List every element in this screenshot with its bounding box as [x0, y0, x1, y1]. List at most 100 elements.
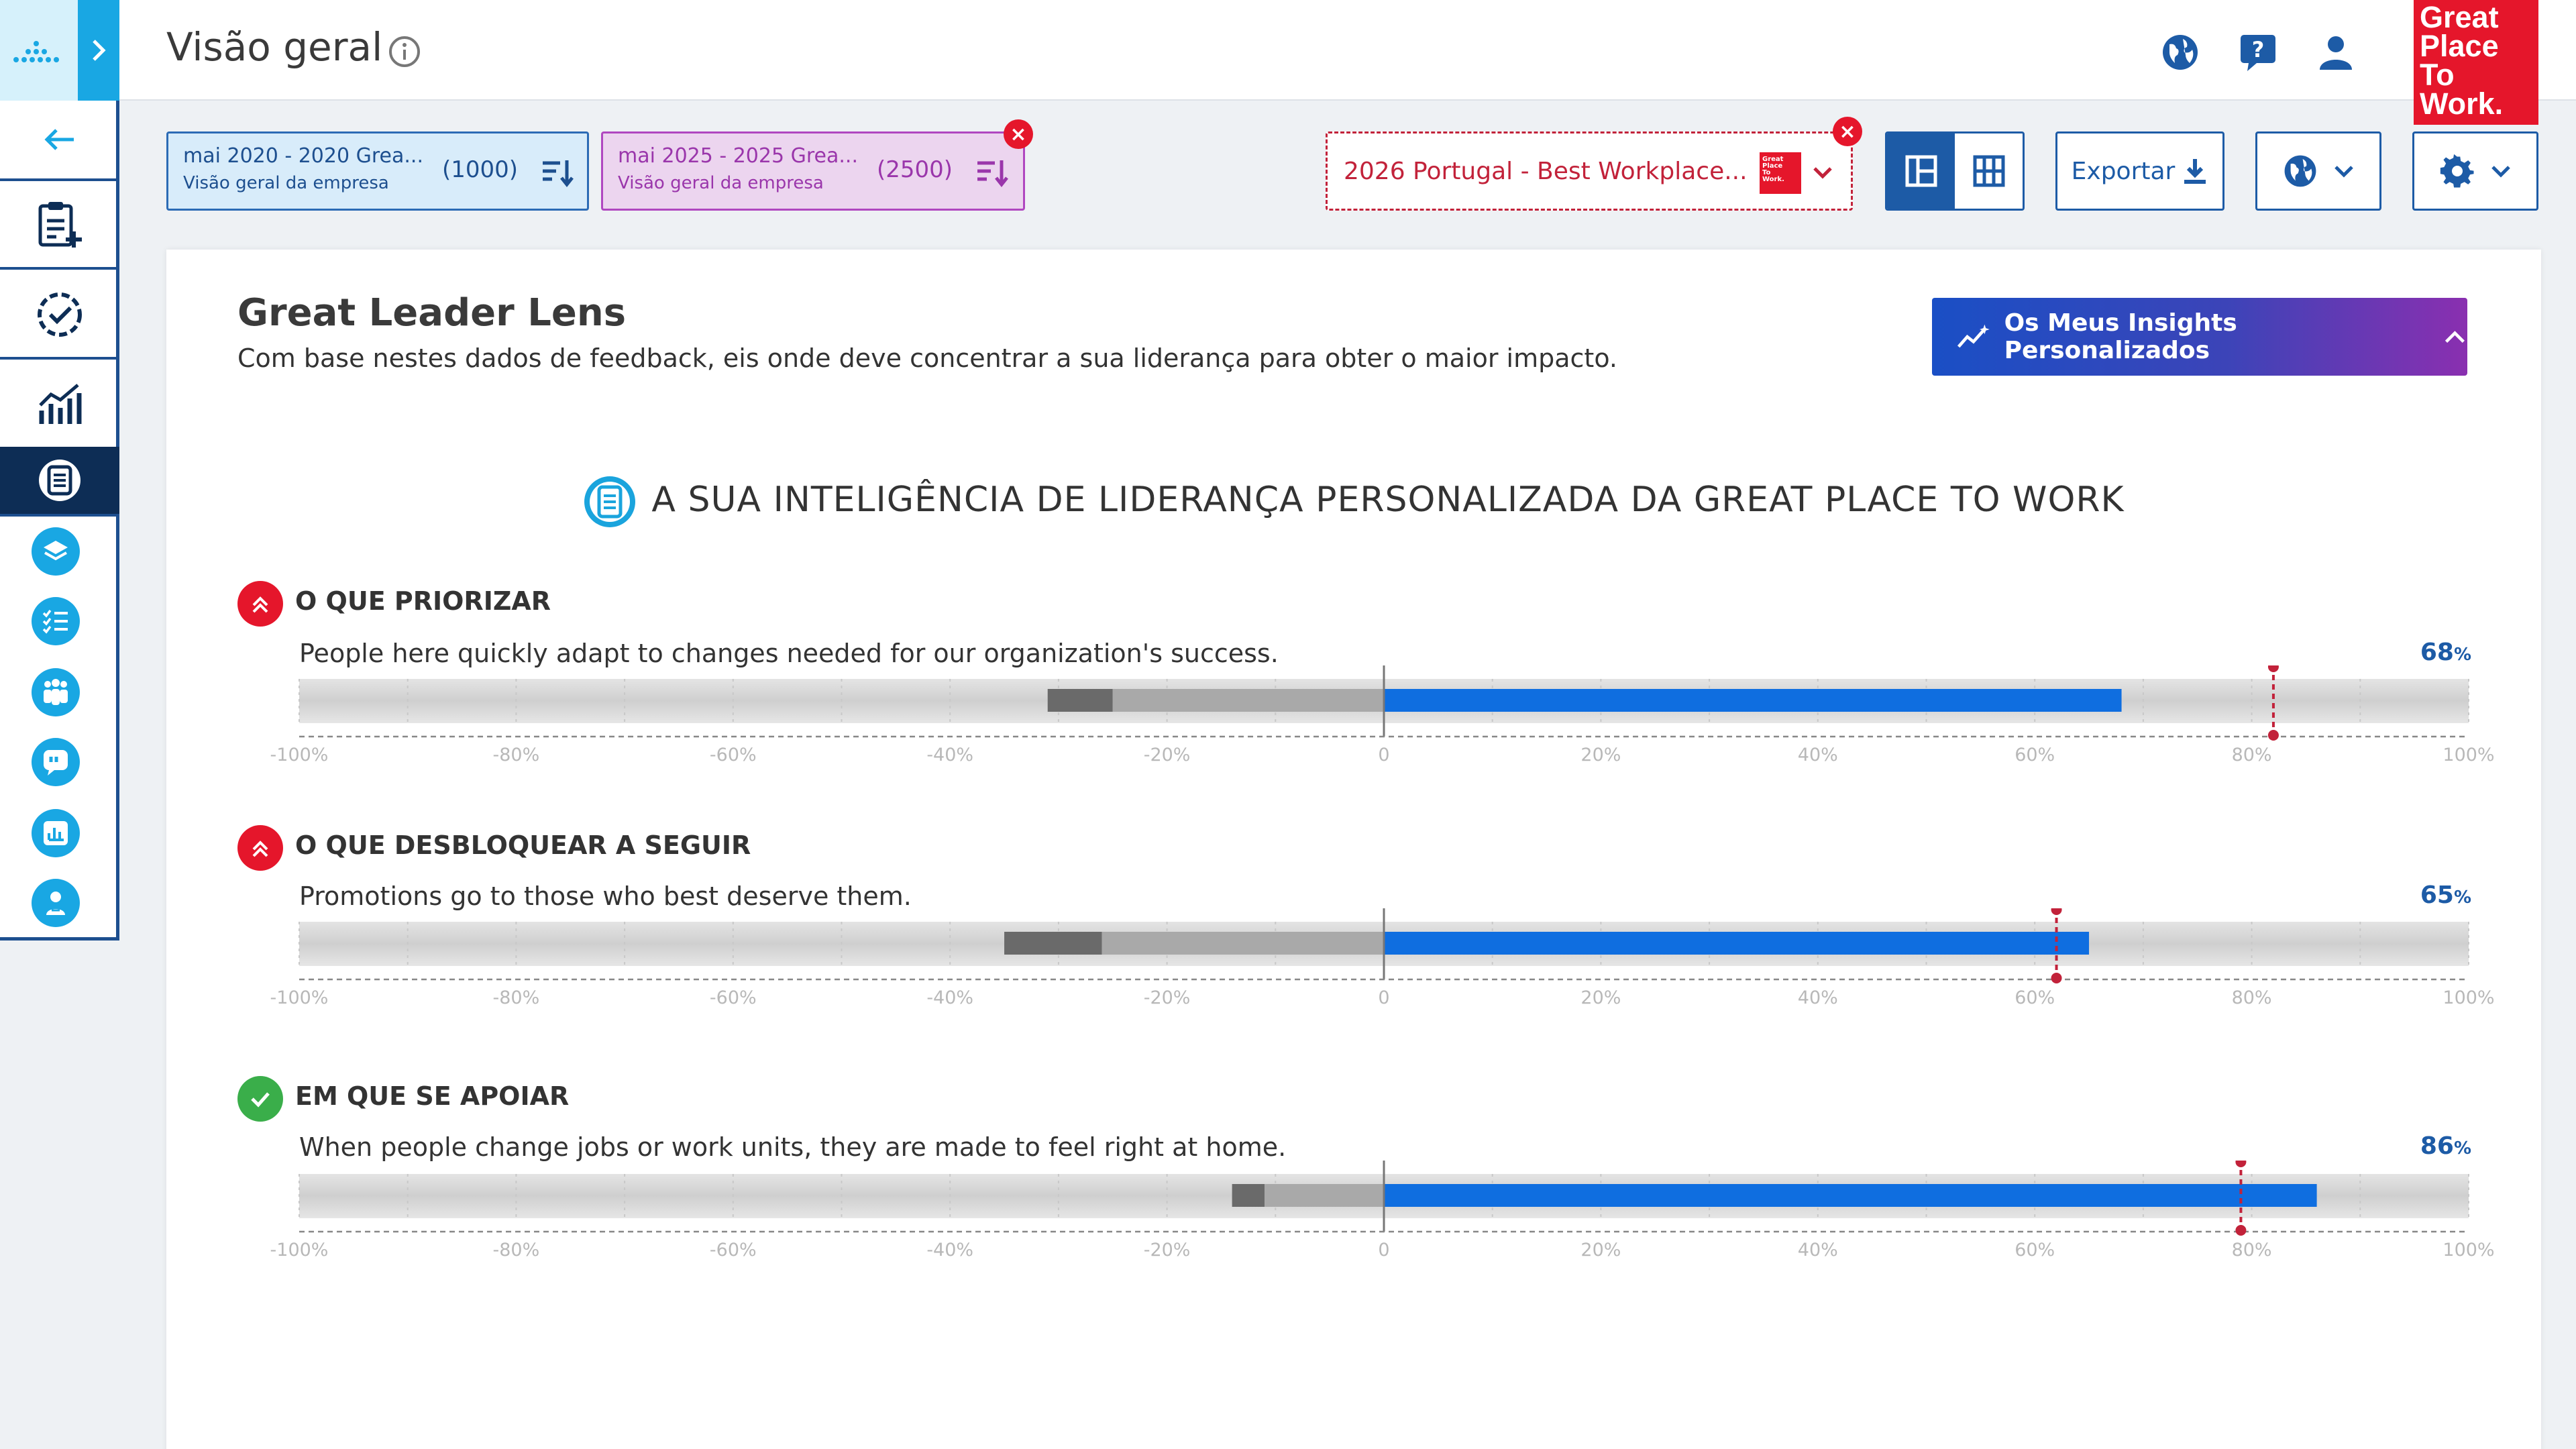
- tick-label: -80%: [493, 1240, 540, 1260]
- remove-filter-close-icon[interactable]: ×: [1004, 119, 1033, 149]
- chevron-down-icon: [2334, 166, 2353, 178]
- section-statement: Promotions go to those who best deserve …: [299, 881, 912, 911]
- progress-check-icon: [38, 292, 82, 337]
- tick-label: 100%: [2443, 745, 2494, 765]
- section-percent: 65%: [2420, 881, 2471, 909]
- benchmark-select[interactable]: 2026 Portugal - Best Workplace... Great P…: [1326, 131, 1853, 211]
- benchmark-label: 2026 Portugal - Best Workplace...: [1344, 158, 1748, 185]
- language-button[interactable]: [2255, 131, 2381, 211]
- chevron-up-icon: [2445, 331, 2465, 343]
- checklist-icon: [42, 609, 68, 634]
- view-grid-button[interactable]: [1955, 133, 2023, 209]
- expand-sidebar-button[interactable]: [78, 0, 119, 101]
- dashboard-icon: [44, 821, 68, 845]
- tick-label: 100%: [2443, 987, 2494, 1008]
- user-badge-icon: [46, 892, 65, 915]
- banner-text: A SUA INTELIGÊNCIA DE LIDERANÇA PERSONAL…: [651, 480, 2125, 520]
- nav-analytics[interactable]: [0, 362, 119, 449]
- sort-icon[interactable]: [976, 158, 1008, 187]
- section-statement: People here quickly adapt to changes nee…: [299, 639, 1279, 668]
- tick-label: -100%: [270, 745, 329, 765]
- double-chevron-up-icon: [252, 596, 268, 613]
- priority-badge: [237, 581, 283, 627]
- tick-label: -60%: [710, 987, 757, 1008]
- tick-label: 80%: [2232, 987, 2272, 1008]
- section-statement: When people change jobs or work units, t…: [299, 1132, 1287, 1162]
- nav-dashboard[interactable]: [32, 809, 80, 857]
- quote-bubble-icon: [44, 750, 68, 775]
- app-logo[interactable]: [0, 0, 78, 101]
- double-chevron-up-icon: [252, 841, 268, 857]
- chevron-down-icon: [2491, 166, 2510, 178]
- section-percent: 68%: [2420, 639, 2471, 666]
- tick-label: -40%: [926, 1240, 973, 1260]
- bar-chart-section-3: -100% -80% -60% -40% -20% 0 20% 40% 60% 80% 100%: [270, 1161, 2495, 1260]
- section-title: O QUE PRIORIZAR: [295, 586, 551, 616]
- download-icon: [2184, 159, 2206, 184]
- tick-label: 0: [1378, 1240, 1389, 1260]
- nav-progress[interactable]: [0, 272, 119, 360]
- benchmark-dot-bottom: [2235, 1225, 2247, 1236]
- info-icon[interactable]: [388, 35, 421, 68]
- gear-icon: [2440, 154, 2474, 188]
- settings-button[interactable]: [2412, 131, 2538, 211]
- export-button[interactable]: Exportar: [2055, 131, 2224, 211]
- bar-positive: [1384, 689, 2122, 712]
- tick-label: 20%: [1580, 987, 1621, 1008]
- tick-label: 60%: [2015, 745, 2055, 765]
- tick-label: -40%: [926, 745, 973, 765]
- bar-negative-strong: [1047, 689, 1113, 712]
- tick-label: -80%: [493, 987, 540, 1008]
- gptw-logo: Great Place To Work.: [2414, 0, 2538, 125]
- tick-label: -20%: [1144, 1240, 1191, 1260]
- sort-icon[interactable]: [541, 158, 574, 187]
- filter-chip-2025[interactable]: mai 2025 - 2025 Grea... Visão geral da e…: [601, 131, 1025, 211]
- filter-count: (1000): [442, 156, 519, 183]
- globe-icon[interactable]: [2160, 32, 2200, 72]
- priority-badge: [237, 825, 283, 871]
- grid-icon: [1973, 155, 2004, 187]
- tick-label: -60%: [710, 745, 757, 765]
- remove-benchmark-close-icon[interactable]: ×: [1833, 117, 1862, 146]
- filter-chip-2020[interactable]: mai 2020 - 2020 Grea... Visão geral da e…: [166, 131, 589, 211]
- tick-label: -60%: [710, 1240, 757, 1260]
- layers-icon: [44, 541, 68, 561]
- strength-badge: [237, 1076, 283, 1122]
- filter-count: (2500): [877, 156, 953, 183]
- view-layout-button[interactable]: [1887, 133, 1955, 209]
- percent-value: 68: [2420, 639, 2454, 666]
- user-icon[interactable]: [2316, 32, 2356, 72]
- tick-label: 60%: [2015, 987, 2055, 1008]
- chevron-down-icon: [1813, 167, 1832, 179]
- percent-unit: %: [2453, 645, 2471, 665]
- insights-toggle-button[interactable]: Os Meus Insights Personalizados: [1932, 298, 2467, 376]
- document-lines-icon: [39, 460, 80, 501]
- sidebar: [0, 0, 119, 941]
- analytics-chart-icon: [39, 384, 82, 424]
- bar-negative: [1265, 1184, 1384, 1207]
- tick-label: 40%: [1798, 987, 1838, 1008]
- nav-profile[interactable]: [32, 879, 80, 927]
- percent-value: 65: [2420, 881, 2454, 909]
- clipboard-add-icon: [38, 202, 82, 248]
- tick-label: 80%: [2232, 1240, 2272, 1260]
- back-button[interactable]: [0, 101, 119, 181]
- nav-leader-lens[interactable]: [0, 447, 119, 517]
- benchmark-dot-top: [2267, 665, 2279, 672]
- nav-layers[interactable]: [32, 527, 80, 576]
- tick-label: 20%: [1580, 745, 1621, 765]
- help-chat-icon[interactable]: ?: [2238, 32, 2278, 72]
- check-icon: [251, 1092, 270, 1108]
- nav-checklist[interactable]: [32, 597, 80, 645]
- bar-positive: [1384, 1184, 2317, 1207]
- bar-chart-section-2: -100% -80% -60% -40% -20% 0 20% 40% 60% 80% 100%: [270, 908, 2495, 1008]
- card-subtitle: Com base nestes dados de feedback, eis o…: [237, 343, 1617, 373]
- view-toggle: [1885, 131, 2025, 211]
- page-title: Visão geral: [166, 24, 383, 70]
- nav-survey-add[interactable]: [0, 182, 119, 270]
- nav-people[interactable]: [32, 668, 80, 716]
- benchmark-dot-top: [2235, 1161, 2247, 1167]
- tick-label: 0: [1378, 745, 1389, 765]
- percent-value: 86: [2420, 1132, 2454, 1160]
- nav-comments[interactable]: [32, 738, 80, 786]
